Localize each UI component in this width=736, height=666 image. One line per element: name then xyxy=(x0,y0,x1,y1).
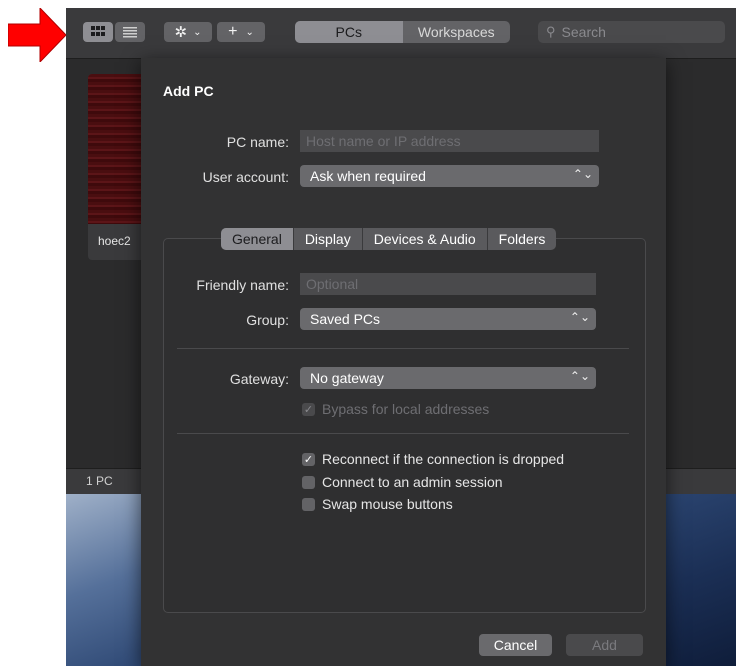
checkbox-empty-icon xyxy=(302,497,315,511)
chevron-down-icon: ⌄ xyxy=(245,26,254,38)
updown-chevron-icon: ⌃⌄ xyxy=(572,167,593,181)
friendly-name-label: Friendly name: xyxy=(196,277,289,293)
cancel-button[interactable]: Cancel xyxy=(479,634,552,656)
pc-name-placeholder: Host name or IP address xyxy=(306,133,461,149)
checkmark-icon: ✓ xyxy=(302,402,315,416)
view-segmented-control: PCs Workspaces xyxy=(295,21,510,43)
updown-chevron-icon: ⌃⌄ xyxy=(569,310,590,324)
pc-count: 1 PC xyxy=(86,474,113,488)
gateway-value: No gateway xyxy=(310,370,384,386)
group-label: Group: xyxy=(246,312,289,328)
divider xyxy=(177,433,629,434)
add-pc-sheet: Add PC PC name: Host name or IP address … xyxy=(141,58,666,666)
swap-mouse-label: Swap mouse buttons xyxy=(322,496,453,512)
settings-tabs: General Display Devices & Audio Folders xyxy=(221,228,557,250)
pc-name-label: PC name: xyxy=(226,134,289,150)
reconnect-label: Reconnect if the connection is dropped xyxy=(322,451,565,467)
user-account-label: User account: xyxy=(202,169,289,185)
list-icon xyxy=(123,26,137,37)
friendly-name-placeholder: Optional xyxy=(306,276,359,292)
pc-label: hoec2 xyxy=(98,234,131,248)
group-select[interactable]: Saved PCs ⌃⌄ xyxy=(300,308,596,330)
user-account-value: Ask when required xyxy=(310,168,426,184)
checkmark-icon: ✓ xyxy=(302,452,315,466)
updown-chevron-icon: ⌃⌄ xyxy=(569,369,590,383)
swap-mouse-checkbox[interactable]: Swap mouse buttons xyxy=(302,496,453,512)
gear-icon: ✲ xyxy=(174,24,188,41)
search-placeholder: Search xyxy=(561,24,606,40)
chevron-down-icon: ⌄ xyxy=(193,26,202,38)
gateway-label: Gateway: xyxy=(229,371,289,387)
add-menu-button[interactable]: + ⌄ xyxy=(217,22,265,42)
tab-devices-audio[interactable]: Devices & Audio xyxy=(363,228,488,250)
toolbar: ✲ ⌄ + ⌄ PCs Workspaces ⚲ Search xyxy=(66,8,736,59)
tab-workspaces[interactable]: Workspaces xyxy=(403,21,511,43)
settings-menu-button[interactable]: ✲ ⌄ xyxy=(164,22,212,42)
tab-display[interactable]: Display xyxy=(294,228,363,250)
grid-view-button[interactable] xyxy=(83,22,113,42)
reconnect-checkbox[interactable]: ✓ Reconnect if the connection is dropped xyxy=(302,451,564,467)
gateway-select[interactable]: No gateway ⌃⌄ xyxy=(300,367,596,389)
sheet-title: Add PC xyxy=(163,83,214,99)
plus-icon: + xyxy=(228,23,238,40)
search-icon: ⚲ xyxy=(546,24,556,39)
search-input[interactable]: ⚲ Search xyxy=(538,21,725,43)
red-arrow-icon xyxy=(8,8,66,62)
list-view-button[interactable] xyxy=(115,22,145,42)
tab-pcs[interactable]: PCs xyxy=(295,21,403,43)
tab-general[interactable]: General xyxy=(221,228,294,250)
checkbox-empty-icon xyxy=(302,475,315,489)
app-window: ✲ ⌄ + ⌄ PCs Workspaces ⚲ Search hoec2 1 … xyxy=(66,8,736,666)
divider xyxy=(177,348,629,349)
group-value: Saved PCs xyxy=(310,311,381,327)
user-account-select[interactable]: Ask when required ⌃⌄ xyxy=(300,165,599,187)
admin-session-checkbox[interactable]: Connect to an admin session xyxy=(302,474,503,490)
bypass-checkbox[interactable]: ✓ Bypass for local addresses xyxy=(302,401,489,417)
admin-session-label: Connect to an admin session xyxy=(322,474,503,490)
pc-name-field[interactable]: Host name or IP address xyxy=(300,130,599,152)
bypass-label: Bypass for local addresses xyxy=(322,401,490,417)
add-button[interactable]: Add xyxy=(566,634,643,656)
friendly-name-field[interactable]: Optional xyxy=(300,273,596,295)
tab-folders[interactable]: Folders xyxy=(488,228,557,250)
grid-icon xyxy=(91,26,105,36)
